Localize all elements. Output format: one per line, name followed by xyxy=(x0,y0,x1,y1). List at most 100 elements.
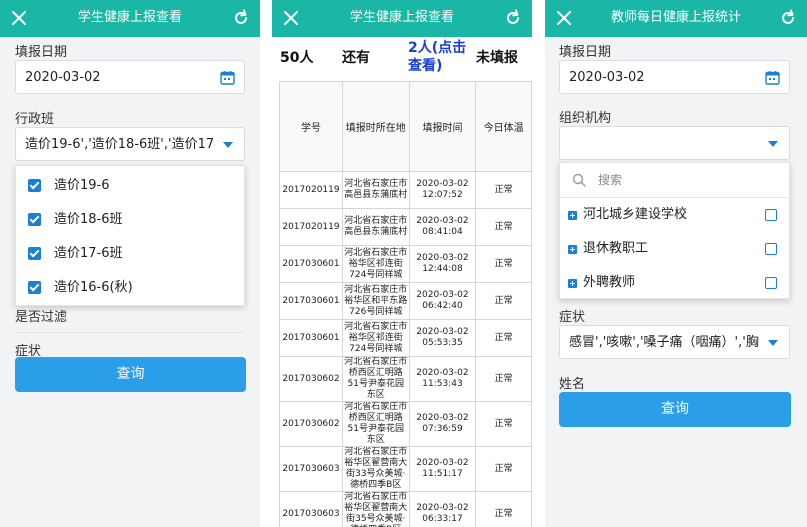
class-option-label: 造价19-6 xyxy=(54,178,110,193)
temperature-cell: 正常 xyxy=(475,401,532,447)
teacher-report-screen: 教师每日健康上报统计 填报日期 2020-03-02 组织机构 搜索 河北城乡建… xyxy=(545,0,807,527)
report-table: 学号 填报时所在地 填报时间 今日体温 2017020119 河北省石家庄市高邑县… xyxy=(279,81,532,527)
table-row[interactable]: 2017020119 河北省石家庄市高邑县东蒲底村 2020-03-02 08:41… xyxy=(279,208,532,246)
class-select-value: 造价19-6','造价18-6班','造价17-6 xyxy=(25,137,215,152)
location-cell: 河北省石家庄市裕华区翟营南大街35号众美城·德桥四季B区 xyxy=(341,491,410,527)
student-id-cell: 2017030601 xyxy=(279,319,343,357)
temperature-cell: 正常 xyxy=(475,245,532,283)
top-bar: 学生健康上报查看 xyxy=(0,0,260,37)
table-row[interactable]: 2017030602 河北省石家庄市桥西区汇明路51号尹泰花园东区 2020-03-… xyxy=(279,401,532,447)
calendar-icon[interactable] xyxy=(765,70,780,85)
column-header: 今日体温 xyxy=(475,81,532,172)
table-row[interactable]: 2017030601 河北省石家庄市裕华区和平东路726号同祥城 2020-03-0… xyxy=(279,282,532,320)
class-option[interactable]: 造价19-6 xyxy=(16,169,244,203)
refresh-icon[interactable] xyxy=(503,8,523,28)
table-header: 学号 填报时所在地 填报时间 今日体温 xyxy=(279,81,532,172)
location-cell: 河北省石家庄市桥西区汇明路51号尹泰花园东区 xyxy=(341,356,410,402)
location-cell: 河北省石家庄市高邑县东蒲底村 xyxy=(341,171,410,209)
page-title: 教师每日健康上报统计 xyxy=(610,10,741,25)
student-id-cell: 2017030603 xyxy=(279,491,343,527)
report-time-cell: 2020-03-02 12:07:52 xyxy=(408,171,477,209)
plus-icon[interactable] xyxy=(568,211,577,220)
table-row[interactable]: 2017030601 河北省石家庄市裕华区祁连街724号同祥城 2020-03-02… xyxy=(279,319,532,357)
org-option-label: 退休教职工 xyxy=(583,241,649,256)
page-title: 学生健康上报查看 xyxy=(349,10,454,25)
pending-link[interactable]: 2人(点击查看) xyxy=(408,39,474,75)
location-cell: 河北省石家庄市桥西区汇明路51号尹泰花园东区 xyxy=(341,401,410,447)
class-dropdown: 造价19-6 造价18-6班 造价17-6班 造价16-6(秋) xyxy=(15,165,245,306)
report-time-cell: 2020-03-02 05:53:35 xyxy=(408,319,477,357)
student-id-cell: 2017030601 xyxy=(279,245,343,283)
student-id-cell: 2017020119 xyxy=(279,208,343,246)
student-id-cell: 2017020119 xyxy=(279,171,343,209)
column-header: 填报时所在地 xyxy=(341,81,410,172)
report-time-cell: 2020-03-02 11:51:17 xyxy=(408,446,477,492)
checkbox-checked-icon[interactable] xyxy=(28,281,41,294)
date-value: 2020-03-02 xyxy=(25,70,101,85)
location-cell: 河北省石家庄市裕华区翟营南大街33号众美城·德桥四季B区 xyxy=(341,446,410,492)
summary-bar: 50人 还有 2人(点击查看) 未填报 xyxy=(272,37,532,79)
table-row[interactable]: 2017030602 河北省石家庄市桥西区汇明路51号尹泰花园东区 2020-03-… xyxy=(279,356,532,402)
divider xyxy=(15,332,245,333)
date-field[interactable]: 2020-03-02 xyxy=(15,60,245,94)
page-title: 学生健康上报查看 xyxy=(77,10,182,25)
temperature-cell: 正常 xyxy=(475,171,532,209)
filter-label: 是否过滤 xyxy=(15,310,68,325)
table-row[interactable]: 2017020119 河北省石家庄市高邑县东蒲底村 2020-03-02 12:07… xyxy=(279,171,532,209)
plus-icon[interactable] xyxy=(568,245,577,254)
column-header: 填报时间 xyxy=(408,81,477,172)
class-option[interactable]: 造价18-6班 xyxy=(16,203,244,237)
student-id-cell: 2017030603 xyxy=(279,446,343,492)
remaining-text: 还有 xyxy=(342,50,370,66)
org-option[interactable]: 河北城乡建设学校 xyxy=(560,198,789,232)
class-option-label: 造价17-6班 xyxy=(54,246,123,261)
plus-icon[interactable] xyxy=(568,279,577,288)
org-option-label: 河北城乡建设学校 xyxy=(583,207,688,222)
class-option-label: 造价16-6(秋) xyxy=(54,280,133,295)
report-time-cell: 2020-03-02 07:36:59 xyxy=(408,401,477,447)
class-option[interactable]: 造价16-6(秋) xyxy=(16,271,244,305)
checkbox-empty-icon[interactable] xyxy=(765,209,777,221)
chevron-down-icon[interactable] xyxy=(223,142,233,148)
refresh-icon[interactable] xyxy=(778,8,798,28)
search-row[interactable]: 搜索 xyxy=(560,163,789,198)
checkbox-checked-icon[interactable] xyxy=(28,213,41,226)
top-bar: 教师每日健康上报统计 xyxy=(545,0,807,37)
symptom-select[interactable]: 感冒','咳嗽','嗓子痛（咽痛）','胸 xyxy=(559,325,790,359)
calendar-icon[interactable] xyxy=(220,70,235,85)
table-row[interactable]: 2017030603河北省石家庄市裕华区翟营南大街35号众美城·德桥四季B区20… xyxy=(279,491,532,527)
search-input[interactable]: 搜索 xyxy=(598,163,622,198)
chevron-down-icon[interactable] xyxy=(768,141,778,147)
query-button[interactable]: 查询 xyxy=(15,357,246,392)
checkbox-empty-icon[interactable] xyxy=(765,243,777,255)
checkbox-empty-icon[interactable] xyxy=(765,277,777,289)
location-cell: 河北省石家庄市高邑县东蒲底村 xyxy=(341,208,410,246)
student-id-cell: 2017030602 xyxy=(279,356,343,402)
class-select[interactable]: 造价19-6','造价18-6班','造价17-6 xyxy=(15,127,245,161)
checkbox-checked-icon[interactable] xyxy=(28,179,41,192)
temperature-cell: 正常 xyxy=(475,491,532,527)
location-cell: 河北省石家庄市裕华区祁连街724号同祥城 xyxy=(341,319,410,357)
table-row[interactable]: 2017030603 河北省石家庄市裕华区翟营南大街33号众美城·德桥四季B区 20… xyxy=(279,446,532,492)
report-time-cell: 2020-03-02 06:33:17 xyxy=(408,491,477,527)
org-option[interactable]: 退休教职工 xyxy=(560,232,789,266)
refresh-icon[interactable] xyxy=(231,8,251,28)
query-button[interactable]: 查询 xyxy=(559,392,791,427)
table-row[interactable]: 2017030601 河北省石家庄市裕华区祁连街724号同祥城 2020-03-02… xyxy=(279,245,532,283)
location-cell: 河北省石家庄市裕华区祁连街724号同祥城 xyxy=(341,245,410,283)
report-time-cell: 2020-03-02 06:42:40 xyxy=(408,282,477,320)
org-option[interactable]: 外聘教师 xyxy=(560,266,789,300)
table-body: 2017020119 河北省石家庄市高邑县东蒲底村 2020-03-02 12:07… xyxy=(279,171,532,527)
class-option[interactable]: 造价17-6班 xyxy=(16,237,244,271)
date-field[interactable]: 2020-03-02 xyxy=(559,60,790,94)
report-time-cell: 2020-03-02 08:41:04 xyxy=(408,208,477,246)
temperature-cell: 正常 xyxy=(475,319,532,357)
symptom-value: 感冒','咳嗽','嗓子痛（咽痛）','胸 xyxy=(569,335,759,350)
student-report-list-screen: 学生健康上报查看 50人 还有 2人(点击查看) 未填报 学号 填报时所在地 填… xyxy=(272,0,532,527)
reported-count: 50人 xyxy=(280,50,314,66)
top-bar: 学生健康上报查看 xyxy=(272,0,532,37)
chevron-down-icon[interactable] xyxy=(768,340,778,346)
checkbox-checked-icon[interactable] xyxy=(28,247,41,260)
org-select[interactable] xyxy=(559,126,790,160)
unfilled-text: 未填报 xyxy=(476,50,518,66)
